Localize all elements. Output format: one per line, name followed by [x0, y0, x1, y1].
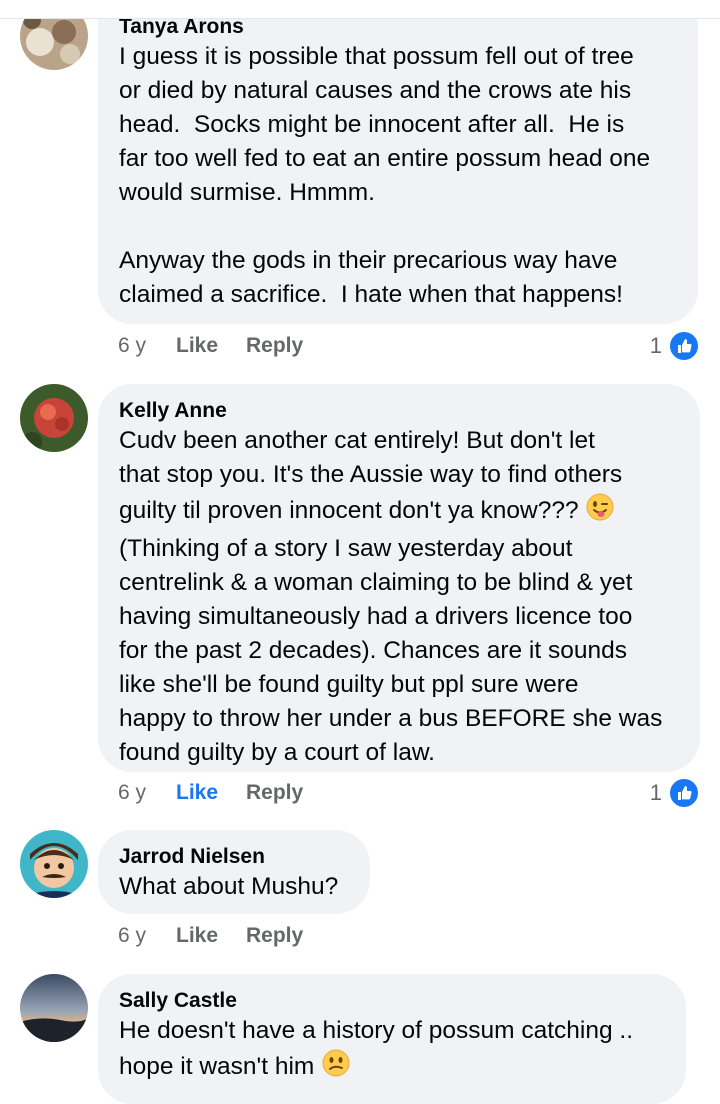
thumbs-up-icon [668, 777, 700, 809]
reaction-count[interactable]: 1 [650, 777, 700, 809]
comment-author[interactable]: Jarrod Nielsen [119, 844, 349, 870]
comment-author[interactable]: Kelly Anne [119, 398, 679, 424]
comment-bubble: Jarrod Nielsen What about Mushu? [98, 830, 370, 914]
comment-author[interactable]: Sally Castle [119, 988, 665, 1014]
reaction-count-value: 1 [649, 780, 662, 805]
comment-actions: 6 y Like Reply [118, 781, 303, 805]
like-button[interactable]: Like [176, 924, 246, 948]
comment-text: He doesn't have a history of possum catc… [119, 1014, 665, 1088]
comment-bubble: Tanya Arons I guess it is possible that … [98, 0, 698, 324]
comment-text: What about Mushu? [119, 873, 339, 900]
comment-bubble: Sally Castle He doesn't have a history o… [98, 974, 686, 1104]
avatar[interactable] [20, 830, 88, 898]
comment-text: Cudv been another cat entirely! But don'… [119, 424, 679, 770]
reply-button[interactable]: Reply [246, 334, 303, 358]
thumbs-up-icon [668, 330, 700, 362]
confused-face-icon [321, 1048, 351, 1088]
comment-text-part: (Thinking of a story I saw yesterday abo… [119, 535, 663, 766]
reply-button[interactable]: Reply [246, 781, 303, 805]
comment-timestamp[interactable]: 6 y [118, 924, 176, 948]
comment-bubble: Kelly Anne Cudv been another cat entirel… [98, 384, 700, 772]
top-bar [0, 0, 720, 19]
comment-actions: 6 y Like Reply [118, 924, 303, 948]
avatar[interactable] [20, 974, 88, 1042]
like-button[interactable]: Like [176, 781, 246, 805]
comment-text-part: Cudv been another cat entirely! But don'… [119, 427, 623, 524]
comment-actions: 6 y Like Reply [118, 334, 303, 358]
reply-button[interactable]: Reply [246, 924, 303, 948]
reaction-count-value: 1 [649, 333, 662, 358]
comment-text-part: He doesn't have a history of possum catc… [119, 1017, 634, 1080]
winking-tongue-face-icon [585, 492, 615, 532]
like-button[interactable]: Like [176, 334, 246, 358]
reaction-count[interactable]: 1 [650, 330, 700, 362]
comment-text: I guess it is possible that possum fell … [119, 43, 651, 308]
comment-timestamp[interactable]: 6 y [118, 781, 176, 805]
comment-timestamp[interactable]: 6 y [118, 334, 176, 358]
avatar[interactable] [20, 384, 88, 452]
